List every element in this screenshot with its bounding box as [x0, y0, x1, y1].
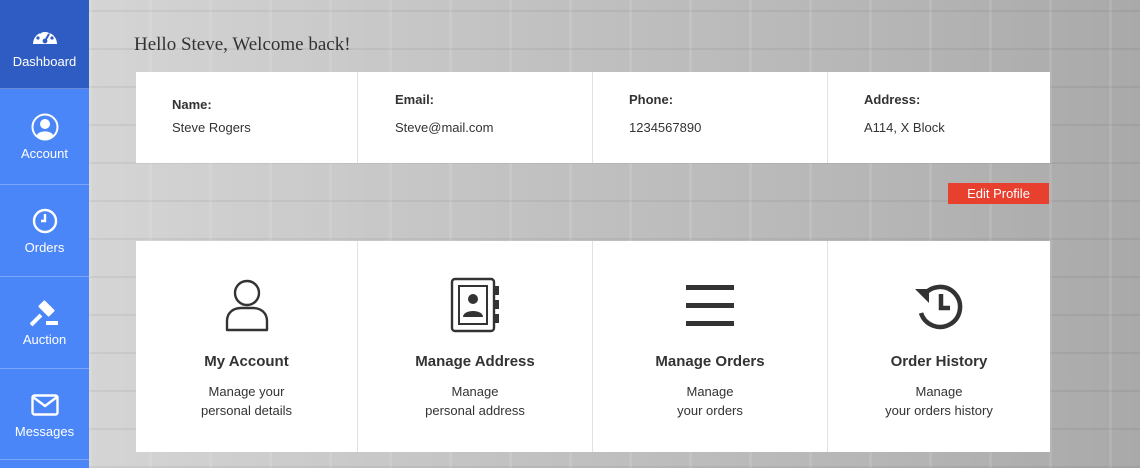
card-title: Order History: [890, 353, 988, 370]
phone-label: Phone:: [629, 92, 674, 107]
dashboard-cards: My Account Manage your personal details …: [136, 241, 1050, 452]
card-title: Manage Orders: [655, 353, 765, 370]
card-description-line: your orders history: [885, 403, 993, 418]
card-description-line: Manage: [451, 384, 499, 399]
sidebar-item-messages[interactable]: Messages: [0, 369, 89, 460]
sidebar-item-label: Auction: [22, 332, 67, 347]
card-description-line: Manage: [686, 384, 734, 399]
address-book-icon: [358, 277, 592, 333]
dashboard-icon: [30, 20, 60, 50]
sidebar-item-label: Dashboard: [12, 53, 77, 69]
order-history-card[interactable]: Order History Manage your orders history: [828, 241, 1050, 452]
history-icon: [828, 281, 1050, 331]
sidebar-item-dashboard[interactable]: Dashboard: [0, 0, 89, 89]
card-description-line: Manage: [915, 384, 963, 399]
envelope-icon: [30, 390, 59, 420]
card-description-line: personal details: [200, 403, 293, 418]
sidebar-item-auction[interactable]: Auction: [0, 277, 89, 369]
card-description: Manage your personal details: [136, 382, 357, 420]
manage-orders-card[interactable]: Manage Orders Manage your orders: [593, 241, 828, 452]
email-label: Email:: [395, 92, 435, 107]
email-value: Steve@mail.com: [395, 120, 494, 135]
sidebar-item-label: Orders: [24, 240, 65, 255]
card-description-line: your orders: [677, 403, 743, 418]
sidebar-item-orders[interactable]: Orders: [0, 185, 89, 277]
name-cell: Name: Steve Rogers: [136, 72, 358, 163]
edit-profile-button[interactable]: Edit Profile: [948, 183, 1049, 204]
address-value: A114, X Block: [864, 120, 945, 135]
sidebar-item-label: Messages: [14, 423, 75, 439]
card-description-line: personal address: [425, 403, 525, 418]
card-title: My Account: [204, 353, 289, 370]
phone-value: 1234567890: [629, 120, 702, 135]
user-icon: [136, 277, 357, 333]
phone-cell: Phone: 1234567890: [593, 72, 828, 163]
gavel-icon: [29, 298, 60, 328]
page-title: Hello Steve, Welcome back!: [134, 34, 351, 55]
account-icon: [31, 112, 59, 142]
email-cell: Email: Steve@mail.com: [358, 72, 593, 163]
card-title: Manage Address: [415, 353, 535, 370]
menu-lines-icon: [593, 285, 827, 327]
card-description: Manage your orders: [593, 382, 827, 420]
sidebar-item-label: Account: [21, 146, 68, 161]
card-description-line: Manage your: [208, 384, 285, 399]
profile-info-panel: Name: Steve Rogers Email: Steve@mail.com…: [136, 72, 1050, 163]
sidebar: Dashboard Account Orders Auction Message…: [0, 0, 89, 468]
sidebar-item-account[interactable]: Account: [0, 89, 89, 185]
name-value: Steve Rogers: [172, 120, 251, 135]
my-account-card[interactable]: My Account Manage your personal details: [136, 241, 358, 452]
address-label: Address:: [864, 92, 921, 107]
clock-icon: [32, 206, 58, 236]
name-label: Name:: [172, 97, 212, 112]
card-description: Manage your orders history: [828, 382, 1050, 420]
card-description: Manage personal address: [358, 382, 592, 420]
address-cell: Address: A114, X Block: [828, 72, 1050, 163]
manage-address-card[interactable]: Manage Address Manage personal address: [358, 241, 593, 452]
